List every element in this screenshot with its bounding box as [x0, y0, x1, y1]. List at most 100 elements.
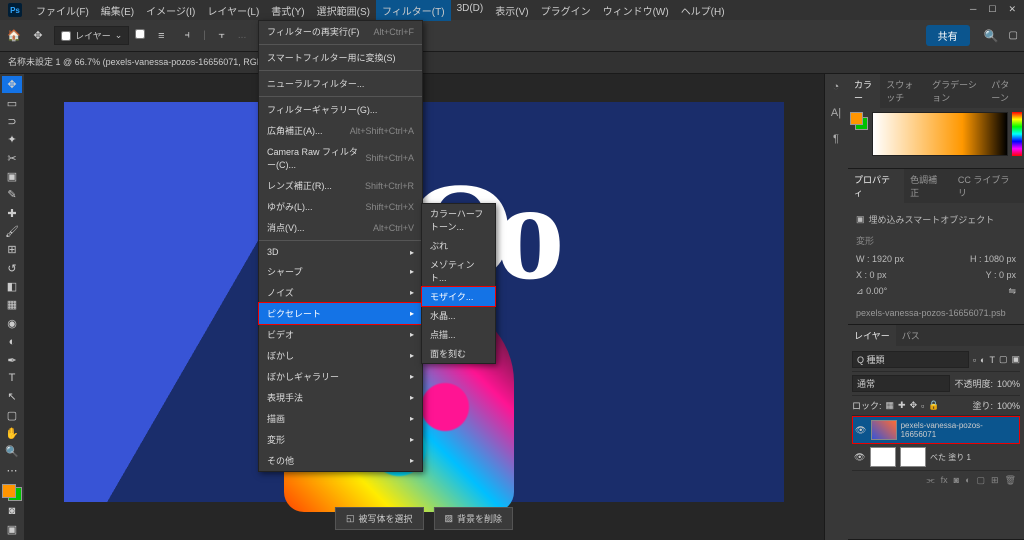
- menu-2[interactable]: イメージ(I): [140, 0, 201, 21]
- menu-0[interactable]: ファイル(F): [30, 0, 95, 21]
- lock-icon[interactable]: 🔒: [928, 400, 939, 411]
- filter-item[interactable]: ゆがみ(L)...Shift+Ctrl+X: [259, 196, 422, 217]
- pen-tool[interactable]: ✒: [2, 351, 22, 368]
- stamp-tool[interactable]: ⊞: [2, 241, 22, 258]
- filter-item[interactable]: ノイズ: [259, 282, 422, 303]
- filter-item[interactable]: レンズ補正(R)...Shift+Ctrl+R: [259, 175, 422, 196]
- align-icon-2[interactable]: ⫞: [177, 26, 197, 46]
- lock-all-icon[interactable]: ▦: [886, 400, 895, 411]
- layer-row[interactable]: 👁 pexels-vanessa-pozos-16656071: [852, 416, 1020, 444]
- pixelate-item[interactable]: 点描...: [422, 325, 495, 344]
- lock-pos-icon[interactable]: ✚: [898, 400, 906, 411]
- panel-tab[interactable]: 色調補正: [904, 169, 952, 203]
- move-tool[interactable]: ✥: [2, 76, 22, 93]
- new-layer-icon[interactable]: ⊞: [991, 475, 999, 486]
- type-tool[interactable]: T: [2, 370, 22, 387]
- frame-tool[interactable]: ▣: [2, 168, 22, 185]
- edit-toolbar[interactable]: ⋯: [2, 462, 22, 479]
- filter-item[interactable]: シャープ: [259, 261, 422, 282]
- brush-tool[interactable]: 🖌: [2, 223, 22, 240]
- align-icon[interactable]: ≡: [151, 26, 171, 46]
- dodge-tool[interactable]: ◐: [2, 333, 22, 350]
- lasso-tool[interactable]: ⊃: [2, 113, 22, 130]
- filter-item[interactable]: ぼかし: [259, 345, 422, 366]
- path-select-tool[interactable]: ↖: [2, 388, 22, 405]
- lock-pixel-icon[interactable]: ✥: [910, 400, 918, 411]
- filter-adj-icon[interactable]: ◐: [980, 355, 985, 365]
- pixelate-item[interactable]: 水晶...: [422, 306, 495, 325]
- auto-select-dropdown[interactable]: レイヤー ⌄: [54, 26, 129, 45]
- menu-9[interactable]: プラグイン: [535, 0, 597, 21]
- menu-10[interactable]: ウィンドウ(W): [597, 0, 675, 21]
- filter-item[interactable]: ニューラルフィルター...: [259, 73, 422, 94]
- blend-mode[interactable]: 通常: [852, 375, 950, 392]
- eyedropper-tool[interactable]: ✎: [2, 186, 22, 203]
- filter-item[interactable]: Camera Raw フィルター(C)...Shift+Ctrl+A: [259, 141, 422, 175]
- screen-mode[interactable]: ▣: [2, 521, 22, 538]
- layer-name[interactable]: pexels-vanessa-pozos-16656071: [901, 421, 1017, 439]
- flip-icon[interactable]: ⇋: [1008, 286, 1016, 297]
- fill-value[interactable]: 100%: [997, 401, 1020, 411]
- panel-tab[interactable]: グラデーション: [926, 74, 985, 108]
- crop-tool[interactable]: ✂: [2, 149, 22, 166]
- gradient-tool[interactable]: ▦: [2, 296, 22, 313]
- menu-1[interactable]: 編集(E): [95, 0, 140, 21]
- filter-smart-icon[interactable]: ▣: [1011, 354, 1020, 365]
- filter-item[interactable]: 消点(V)...Alt+Ctrl+V: [259, 217, 422, 238]
- pixelate-item[interactable]: メゾティント...: [422, 255, 495, 287]
- hand-tool[interactable]: ✋: [2, 425, 22, 442]
- minimize-button[interactable]: ─: [970, 4, 976, 15]
- maximize-button[interactable]: ☐: [988, 4, 996, 15]
- color-swatches[interactable]: [2, 484, 22, 501]
- shape-tool[interactable]: ▢: [2, 406, 22, 423]
- layer-thumbnail[interactable]: [870, 447, 896, 467]
- hue-slider[interactable]: [1012, 112, 1022, 156]
- filter-item[interactable]: ぼかしギャラリー: [259, 366, 422, 387]
- blur-tool[interactable]: ◉: [2, 315, 22, 332]
- panel-tab[interactable]: カラー: [848, 74, 880, 108]
- link-layers-icon[interactable]: ⫘: [927, 475, 935, 486]
- pixelate-item[interactable]: ぶれ: [422, 236, 495, 255]
- filter-item[interactable]: 変形: [259, 429, 422, 450]
- filter-item[interactable]: 描画: [259, 408, 422, 429]
- layer-mask-thumb[interactable]: [900, 447, 926, 467]
- character-icon[interactable]: A|: [827, 104, 845, 122]
- close-button[interactable]: ✕: [1008, 4, 1016, 15]
- filter-item[interactable]: フィルターギャラリー(G)...: [259, 99, 422, 120]
- filter-item[interactable]: その他: [259, 450, 422, 471]
- menu-11[interactable]: ヘルプ(H): [675, 0, 731, 21]
- search-icon[interactable]: 🔍: [984, 29, 999, 43]
- opacity-value[interactable]: 100%: [997, 379, 1020, 389]
- transform-controls-toggle[interactable]: [135, 29, 145, 42]
- adjustment-layer-icon[interactable]: ◐: [965, 475, 970, 486]
- menu-5[interactable]: 選択範囲(S): [311, 0, 376, 21]
- filter-image-icon[interactable]: ▫: [973, 355, 976, 365]
- filter-item[interactable]: 表現手法: [259, 387, 422, 408]
- zoom-tool[interactable]: 🔍: [2, 443, 22, 460]
- pixelate-item[interactable]: 面を刻む: [422, 344, 495, 363]
- select-subject-button[interactable]: ◱ 被写体を選択: [335, 507, 424, 530]
- panel-tab[interactable]: CC ライブラリ: [952, 169, 1024, 203]
- delete-layer-icon[interactable]: 🗑: [1005, 475, 1016, 486]
- group-icon[interactable]: ▢: [977, 475, 986, 486]
- menu-4[interactable]: 書式(Y): [265, 0, 310, 21]
- visibility-icon[interactable]: 👁: [855, 425, 867, 436]
- color-picker-icon[interactable]: ◔: [827, 78, 845, 96]
- document-tab[interactable]: 名称未設定 1 @ 66.7% (pexels-vanessa-pozos-16…: [0, 52, 1024, 74]
- panel-tab[interactable]: レイヤー: [848, 325, 896, 346]
- healing-tool[interactable]: ✚: [2, 205, 22, 222]
- home-icon[interactable]: 🏠: [6, 28, 22, 44]
- layer-row[interactable]: 👁べた 塗り 1: [852, 444, 1020, 470]
- layer-name[interactable]: べた 塗り 1: [930, 452, 971, 463]
- filter-item[interactable]: フィルターの再実行(F)Alt+Ctrl+F: [259, 21, 422, 42]
- paragraph-icon[interactable]: ¶: [827, 130, 845, 148]
- panel-tab[interactable]: プロパティ: [848, 169, 904, 203]
- layer-style-icon[interactable]: fx: [941, 475, 948, 486]
- marquee-tool[interactable]: ▭: [2, 94, 22, 111]
- history-brush-tool[interactable]: ↺: [2, 260, 22, 277]
- pixelate-item[interactable]: カラーハーフトーン...: [422, 204, 495, 236]
- share-button[interactable]: 共有: [926, 25, 970, 46]
- filter-item[interactable]: ピクセレート: [258, 302, 423, 325]
- filter-item[interactable]: スマートフィルター用に変換(S): [259, 47, 422, 68]
- menu-3[interactable]: レイヤー(L): [201, 0, 265, 21]
